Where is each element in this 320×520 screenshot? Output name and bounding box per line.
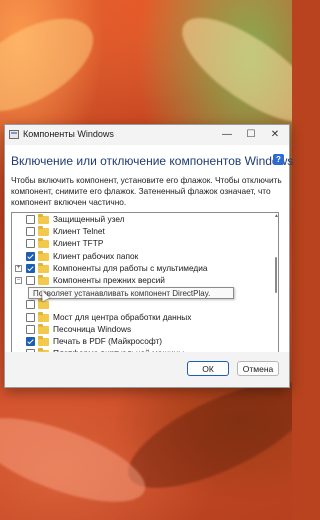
tree-item[interactable]: + Компоненты для работы с мультимедиа [12,262,270,274]
tree-item-label: Клиент Telnet [53,226,105,237]
collapse-icon[interactable]: − [15,277,22,284]
feature-checkbox[interactable] [26,263,35,273]
folder-icon [38,214,49,224]
directplay-tooltip: Позволяет устанавливать компонент Direct… [28,287,234,299]
window-title: Компоненты Windows [23,129,114,139]
close-button[interactable]: ✕ [263,125,287,145]
tree-item-label: Печать в PDF (Майкрософт) [53,336,163,346]
title-bar[interactable]: Компоненты Windows — ☐ ✕ [5,125,289,145]
tree-item[interactable]: Клиент Telnet [12,226,270,237]
dialog-footer: ОК Отмена [5,352,289,387]
dialog-content: Включение или отключение компонентов Win… [5,145,293,360]
windows-features-dialog: Компоненты Windows — ☐ ✕ Включение или о… [4,124,293,388]
feature-checkbox[interactable] [26,300,35,310]
tree-item[interactable]: Клиент TFTP [12,238,270,249]
help-icon[interactable]: ? [273,154,284,165]
wallpaper-swoosh [167,0,292,141]
maximize-button[interactable]: ☐ [239,125,263,145]
tree-item[interactable]: Песочница Windows [12,323,270,335]
feature-checkbox[interactable] [26,239,35,249]
tree-item-label: Мост для центра обработки данных [53,311,192,322]
app-window-icon [9,130,19,139]
folder-icon [38,323,49,334]
features-tree[interactable]: ▲ ▼ Защищенный узел Клиент TelnetКлиент T… [11,212,279,360]
dialog-heading: Включение или отключение компонентов Win… [11,154,294,168]
tree-item-label: Клиент TFTP [53,238,104,249]
folder-icon [38,262,49,273]
dialog-description: Чтобы включить компонент, установите его… [11,175,282,207]
feature-checkbox[interactable] [26,337,35,346]
minimize-button[interactable]: — [215,125,239,145]
scroll-thumb[interactable] [275,257,277,293]
feature-checkbox[interactable] [26,324,35,334]
tree-item-label: Компоненты прежних версий [53,275,165,285]
folder-icon [38,299,49,310]
tree-item[interactable] [12,299,270,310]
expand-icon[interactable]: + [15,264,22,272]
feature-checkbox[interactable] [26,227,35,237]
folder-icon [38,226,49,237]
tree-item-label: Клиент рабочих папок [53,250,139,261]
cancel-button[interactable]: Отмена [237,361,279,376]
tree-item[interactable]: Клиент рабочих папок [12,250,270,262]
tree-item-label: Защищенный узел [53,214,125,224]
feature-checkbox[interactable] [26,276,35,285]
folder-icon [38,250,49,261]
feature-checkbox[interactable] [26,215,35,224]
wallpaper-swoosh [0,0,109,131]
tree-item-label: Песочница Windows [53,323,132,334]
tree-item[interactable]: Мост для центра обработки данных [12,311,270,323]
tree-item[interactable]: − Компоненты прежних версий [12,275,270,286]
folder-icon [38,336,49,346]
folder-icon [38,238,49,249]
folder-icon [38,311,49,322]
tree-scrollbar[interactable]: ▲ ▼ [274,213,278,359]
tree-item-label: Компоненты для работы с мультимедиа [53,262,208,273]
ok-button[interactable]: ОК [187,361,229,376]
tree-item[interactable]: Печать в PDF (Майкрософт) [12,336,270,347]
tree-item[interactable]: Защищенный узел [12,214,270,225]
feature-checkbox[interactable] [26,251,35,261]
feature-checkbox[interactable] [26,312,35,322]
scroll-up-arrow-icon[interactable]: ▲ [274,213,278,219]
folder-icon [38,275,49,285]
